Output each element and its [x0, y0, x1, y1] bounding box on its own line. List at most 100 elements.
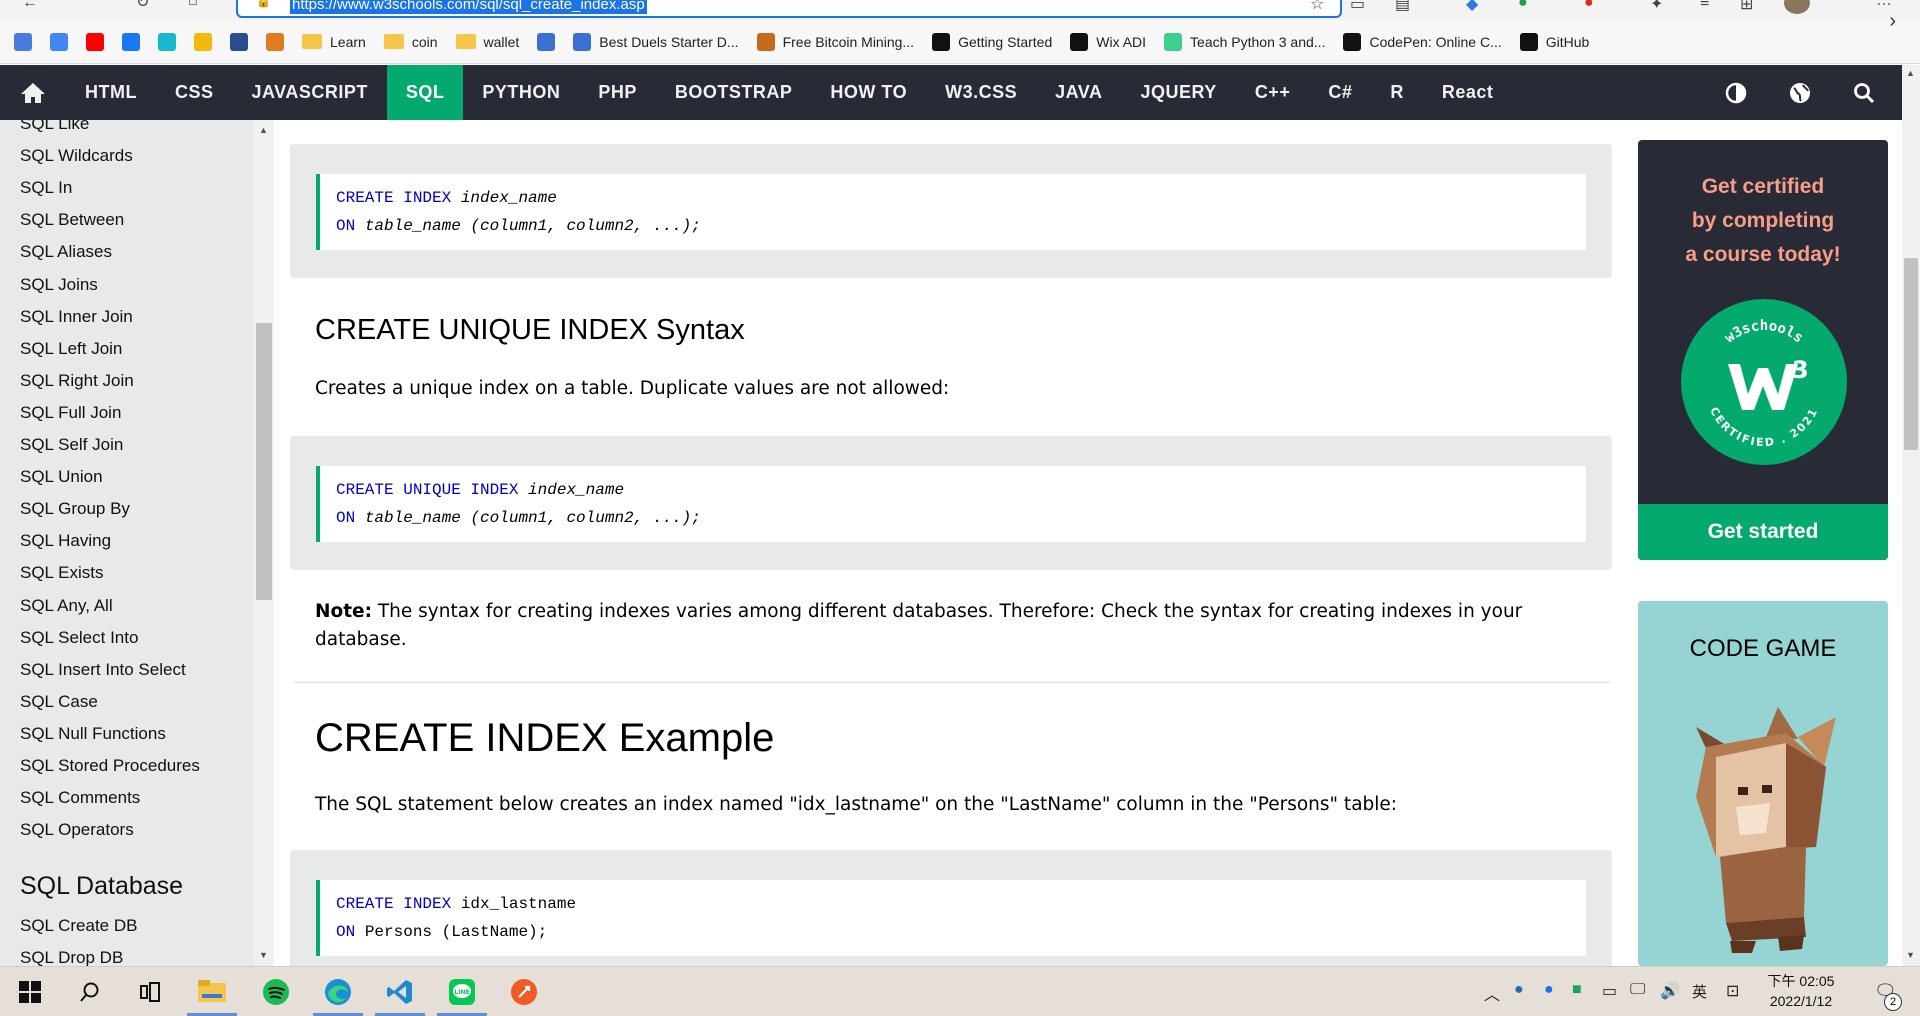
windows-start-icon[interactable] [14, 977, 46, 1007]
new-tab-icon[interactable]: ⊞ [1740, 0, 1753, 14]
nav-item-jquery[interactable]: JQUERY [1121, 65, 1235, 120]
sidebar-link[interactable]: SQL Null Functions [20, 724, 166, 744]
scroll-up-icon[interactable]: ▲ [259, 125, 268, 135]
refresh-icon[interactable]: ↻ [136, 0, 149, 12]
extension-icon[interactable]: ● [1518, 0, 1528, 12]
extension-icon[interactable]: ● [1584, 0, 1594, 12]
read-aloud-icon[interactable]: ▭ [1350, 0, 1365, 14]
code-game-ad[interactable]: CODE GAME [1638, 601, 1888, 966]
sidebar-link[interactable]: SQL Drop DB [20, 948, 123, 966]
sidebar-link[interactable]: SQL Left Join [20, 339, 122, 359]
edge-browser-icon[interactable] [322, 977, 354, 1007]
extensions-puzzle-icon[interactable]: ✦ [1650, 0, 1663, 14]
bookmark-item[interactable] [14, 32, 32, 51]
nav-item-r[interactable]: R [1371, 65, 1423, 120]
bookmark-item[interactable]: wallet [455, 34, 519, 50]
profile-avatar[interactable] [1784, 0, 1810, 14]
sidebar-link[interactable]: SQL Operators [20, 820, 134, 840]
bookmark-item[interactable]: Wix ADI [1070, 32, 1146, 51]
nav-item-c-[interactable]: C++ [1236, 65, 1310, 120]
dark-mode-icon[interactable] [1716, 65, 1756, 120]
browser-tray-icon[interactable]: ● [1544, 981, 1554, 999]
nav-item-java[interactable]: JAVA [1036, 65, 1121, 120]
get-started-button[interactable]: Get started [1638, 504, 1888, 560]
nav-item-bootstrap[interactable]: BOOTSTRAP [656, 65, 812, 120]
task-view-icon[interactable] [134, 977, 166, 1007]
volume-icon[interactable]: 🔊 [1660, 981, 1680, 1001]
sidebar-link[interactable]: SQL Group By [20, 499, 130, 519]
sidebar-link[interactable]: SQL Comments [20, 788, 140, 808]
page-scrollbar[interactable] [1902, 65, 1920, 966]
favorite-add-icon[interactable]: ☆ [1310, 0, 1324, 14]
nav-item-c-[interactable]: C# [1309, 65, 1371, 120]
home-icon[interactable] [0, 65, 66, 120]
sidebar-link[interactable]: SQL Inner Join [20, 307, 133, 327]
search-icon[interactable] [74, 977, 106, 1007]
sidebar-link[interactable]: SQL Like [20, 120, 89, 134]
nav-item-python[interactable]: PYTHON [463, 65, 579, 120]
sidebar-link[interactable]: SQL Select Into [20, 628, 138, 648]
sidebar-link[interactable]: SQL Case [20, 692, 98, 712]
reader-mode-icon[interactable]: ▤ [1395, 0, 1410, 14]
battery-icon[interactable]: ▭ [1602, 981, 1617, 1001]
bookmark-item[interactable] [86, 32, 104, 51]
certification-ad[interactable]: Get certified by completing a course tod… [1638, 140, 1888, 560]
chevron-right-icon[interactable]: › [1889, 10, 1896, 33]
sidebar-link[interactable]: SQL Full Join [20, 403, 121, 423]
scroll-down-icon[interactable]: ▼ [259, 950, 268, 960]
sidebar-link[interactable]: SQL Right Join [20, 371, 134, 391]
sidebar-link[interactable]: SQL Create DB [20, 916, 137, 936]
bookmark-item[interactable] [122, 32, 140, 51]
nav-item-react[interactable]: React [1423, 65, 1513, 120]
back-icon[interactable]: ← [22, 0, 38, 12]
bookmark-item[interactable] [537, 32, 556, 51]
bookmark-item[interactable]: Teach Python 3 and... [1164, 32, 1325, 51]
bookmark-item[interactable]: CodePen: Online C... [1343, 32, 1502, 51]
nav-item-css[interactable]: CSS [156, 65, 233, 120]
collections-icon[interactable]: ≡ [1700, 0, 1709, 12]
bookmark-item[interactable]: coin [383, 34, 438, 50]
sidebar-link[interactable]: SQL Between [20, 210, 124, 230]
nav-item-javascript[interactable]: JAVASCRIPT [233, 65, 387, 120]
sidebar-link[interactable]: SQL Union [20, 467, 103, 487]
sidebar-link[interactable]: SQL Insert Into Select [20, 660, 186, 680]
bookmark-item[interactable]: GitHub [1519, 32, 1589, 51]
sidebar-link[interactable]: SQL Self Join [20, 435, 123, 455]
search-icon[interactable] [1844, 65, 1884, 120]
line-tray-icon[interactable]: ■ [1572, 981, 1582, 999]
sidebar-link[interactable]: SQL Having [20, 531, 111, 551]
nav-item-php[interactable]: PHP [579, 65, 656, 120]
nav-item-sql[interactable]: SQL [386, 65, 464, 120]
bookmark-item[interactable] [50, 32, 68, 51]
system-clock[interactable]: 下午 02:05 2022/1/12 [1760, 971, 1842, 1011]
nav-item-how-to[interactable]: HOW TO [811, 65, 926, 120]
sidebar-link[interactable]: SQL Exists [20, 563, 103, 583]
sidebar-link[interactable]: SQL Joins [20, 275, 98, 295]
page-scrollbar-thumb[interactable] [1904, 258, 1918, 450]
sidebar-link[interactable]: SQL In [20, 178, 72, 198]
line-app-icon[interactable]: LINE [446, 977, 478, 1007]
chevron-up-icon[interactable]: ︿ [1484, 981, 1500, 1005]
ime-indicator[interactable]: 英 [1692, 981, 1707, 1002]
steam-icon[interactable]: ● [1514, 981, 1524, 999]
globe-icon[interactable] [1780, 65, 1820, 120]
bookmark-item[interactable]: Getting Started [932, 32, 1052, 51]
sidebar-link[interactable]: SQL Stored Procedures [20, 756, 200, 776]
bookmark-item[interactable] [158, 32, 176, 51]
address-url[interactable]: https://www.w3schools.com/sql/sql_create… [290, 0, 647, 14]
bookmark-item[interactable] [194, 32, 212, 51]
more-menu-icon[interactable]: … [1876, 0, 1892, 10]
keyboard-mode-icon[interactable]: ⊡ [1726, 981, 1739, 1001]
bookmark-item[interactable]: Best Duels Starter D... [573, 32, 739, 51]
scroll-down-icon[interactable]: ▼ [1906, 950, 1915, 960]
nav-item-html[interactable]: HTML [66, 65, 156, 120]
postman-icon[interactable] [508, 977, 540, 1007]
address-bar[interactable]: 🔒 https://www.w3schools.com/sql/sql_crea… [236, 0, 1342, 18]
bookmark-item[interactable]: Free Bitcoin Mining... [756, 32, 914, 51]
home-browser-icon[interactable]: ⌂ [188, 0, 198, 10]
vscode-icon[interactable] [384, 977, 416, 1007]
scroll-up-icon[interactable]: ▲ [1906, 68, 1915, 78]
bookmark-item[interactable] [266, 32, 284, 51]
spotify-icon[interactable] [260, 977, 292, 1007]
bookmark-item[interactable]: Learn [302, 34, 366, 50]
